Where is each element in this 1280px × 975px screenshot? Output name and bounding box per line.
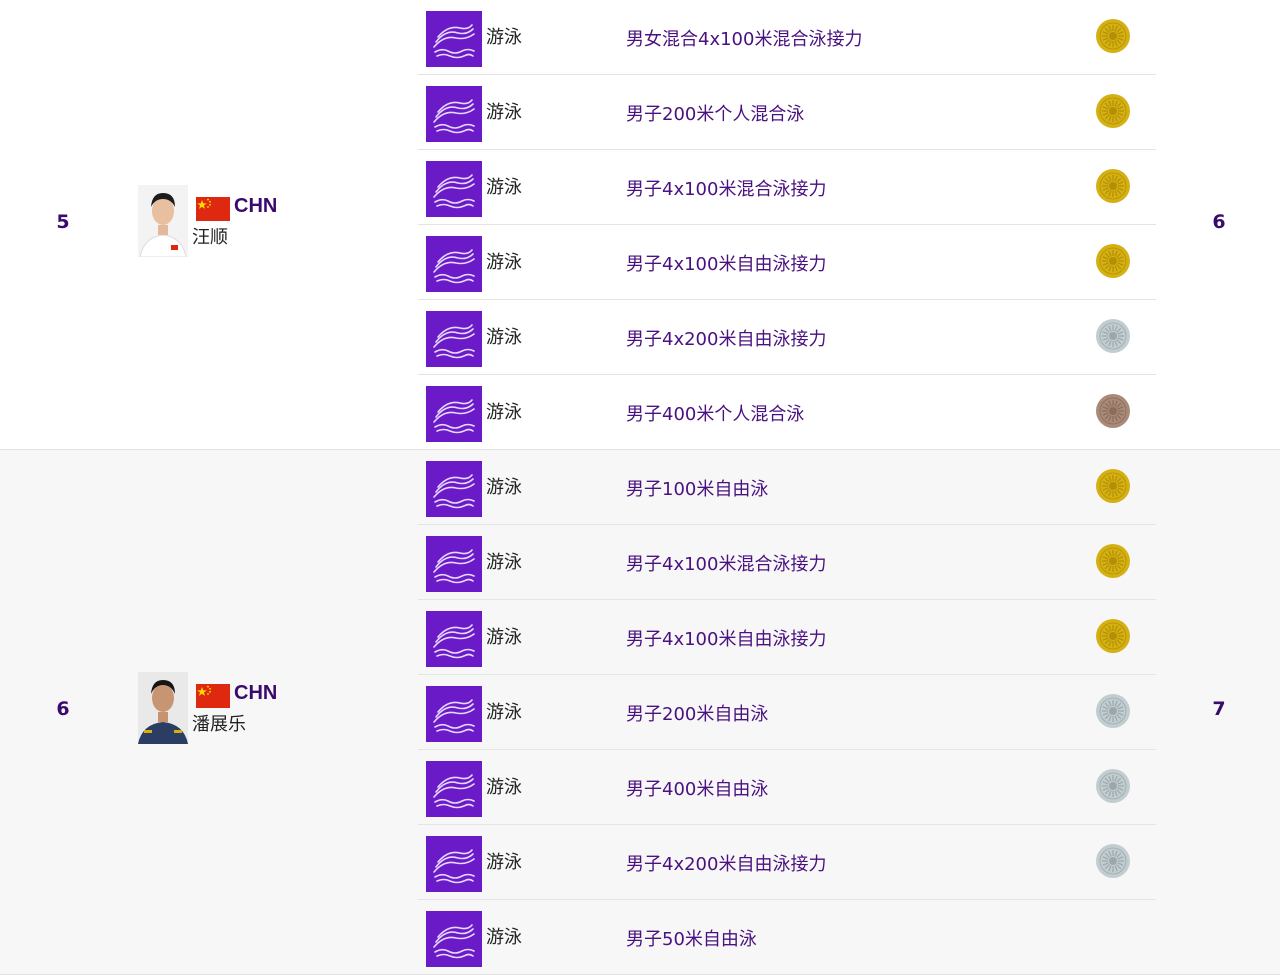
swimming-icon[interactable]	[426, 311, 482, 367]
sport-name: 游泳	[486, 102, 522, 123]
event-name[interactable]: 男子4x100米自由泳接力	[626, 625, 826, 651]
event-item: 游泳 男子400米自由泳	[418, 749, 1156, 824]
rank-number: 6	[56, 698, 70, 721]
gold-medal-icon	[1095, 618, 1131, 654]
event-item: 游泳 男子400米个人混合泳	[418, 374, 1156, 449]
swimming-icon[interactable]	[426, 686, 482, 742]
swimming-icon[interactable]	[426, 836, 482, 892]
sport-name: 游泳	[486, 927, 522, 948]
sport-name: 游泳	[486, 402, 522, 423]
silver-medal-icon	[1095, 693, 1131, 729]
event-name[interactable]: 男子200米个人混合泳	[626, 100, 804, 126]
gold-medal-icon	[1095, 93, 1131, 129]
swimming-icon[interactable]	[426, 536, 482, 592]
swimming-icon[interactable]	[426, 161, 482, 217]
sport-name: 游泳	[486, 177, 522, 198]
event-name[interactable]: 男子4x100米自由泳接力	[626, 250, 826, 276]
gold-medal-icon	[1095, 168, 1131, 204]
sport-name: 游泳	[486, 702, 522, 723]
event-item: 游泳 男子4x100米自由泳接力	[418, 599, 1156, 674]
total-medals: 6	[1212, 210, 1226, 233]
sport-name: 游泳	[486, 252, 522, 273]
event-name[interactable]: 男子100米自由泳	[626, 475, 768, 501]
event-item: 游泳 男子100米自由泳	[418, 450, 1156, 524]
rank-number: 5	[56, 210, 70, 233]
event-item: 游泳 男子4x100米混合泳接力	[418, 524, 1156, 599]
event-item: 游泳 男子4x200米自由泳接力	[418, 299, 1156, 374]
event-name[interactable]: 男子4x200米自由泳接力	[626, 325, 826, 351]
athlete-row: 5 CHN 汪顺 6 游泳 男女混合4x100米混合泳接力 游泳 男子200米个…	[0, 0, 1280, 450]
athlete-photo[interactable]	[138, 184, 188, 257]
event-list: 游泳 男子100米自由泳 游泳 男子4x100米混合泳接力 游泳 男子4x100…	[418, 450, 1156, 974]
china-flag-icon	[196, 196, 230, 221]
event-item: 游泳 男子4x200米自由泳接力	[418, 824, 1156, 899]
event-item: 游泳 男子200米自由泳	[418, 674, 1156, 749]
sport-name: 游泳	[486, 552, 522, 573]
swimming-icon[interactable]	[426, 911, 482, 967]
event-item: 游泳 男子50米自由泳	[418, 899, 1156, 974]
bronze-medal-icon	[1095, 393, 1131, 429]
event-item: 游泳 男女混合4x100米混合泳接力	[418, 0, 1156, 74]
sport-name: 游泳	[486, 627, 522, 648]
china-flag-icon	[196, 684, 230, 709]
swimming-icon[interactable]	[426, 11, 482, 67]
event-name[interactable]: 男子400米自由泳	[626, 775, 768, 801]
event-name[interactable]: 男女混合4x100米混合泳接力	[626, 25, 862, 51]
silver-medal-icon	[1095, 843, 1131, 879]
sport-name: 游泳	[486, 477, 522, 498]
event-name[interactable]: 男子4x200米自由泳接力	[626, 850, 826, 876]
event-item: 游泳 男子200米个人混合泳	[418, 74, 1156, 149]
event-item: 游泳 男子4x100米自由泳接力	[418, 224, 1156, 299]
athlete-info[interactable]: CHN 汪顺	[138, 184, 358, 257]
gold-medal-icon	[1095, 543, 1131, 579]
silver-medal-icon	[1095, 318, 1131, 354]
swimming-icon[interactable]	[426, 236, 482, 292]
swimming-icon[interactable]	[426, 461, 482, 517]
swimming-icon[interactable]	[426, 86, 482, 142]
event-name[interactable]: 男子4x100米混合泳接力	[626, 550, 826, 576]
athlete-info[interactable]: CHN 潘展乐	[138, 672, 358, 745]
total-medals: 7	[1212, 698, 1226, 721]
swimming-icon[interactable]	[426, 761, 482, 817]
swimming-icon[interactable]	[426, 611, 482, 667]
sport-name: 游泳	[486, 27, 522, 48]
swimming-icon[interactable]	[426, 386, 482, 442]
gold-medal-icon	[1095, 243, 1131, 279]
athlete-row: 6 CHN 潘展乐 7 游泳 男子100米自由泳 游泳 男子4x100米混合泳接…	[0, 450, 1280, 975]
medalists-table: 5 CHN 汪顺 6 游泳 男女混合4x100米混合泳接力 游泳 男子200米个…	[0, 0, 1280, 975]
event-name[interactable]: 男子4x100米混合泳接力	[626, 175, 826, 201]
event-name[interactable]: 男子400米个人混合泳	[626, 400, 804, 426]
event-item: 游泳 男子4x100米混合泳接力	[418, 149, 1156, 224]
event-name[interactable]: 男子50米自由泳	[626, 925, 757, 951]
silver-medal-icon	[1095, 768, 1131, 804]
gold-medal-icon	[1095, 468, 1131, 504]
athlete-name[interactable]: 汪顺	[192, 223, 228, 249]
athlete-name[interactable]: 潘展乐	[192, 710, 246, 736]
sport-name: 游泳	[486, 777, 522, 798]
event-name[interactable]: 男子200米自由泳	[626, 700, 768, 726]
country-code: CHN	[234, 682, 278, 705]
sport-name: 游泳	[486, 327, 522, 348]
country-code: CHN	[234, 194, 278, 217]
sport-name: 游泳	[486, 852, 522, 873]
gold-medal-icon	[1095, 18, 1131, 54]
athlete-photo[interactable]	[138, 672, 188, 745]
event-list: 游泳 男女混合4x100米混合泳接力 游泳 男子200米个人混合泳 游泳 男子4…	[418, 0, 1156, 449]
